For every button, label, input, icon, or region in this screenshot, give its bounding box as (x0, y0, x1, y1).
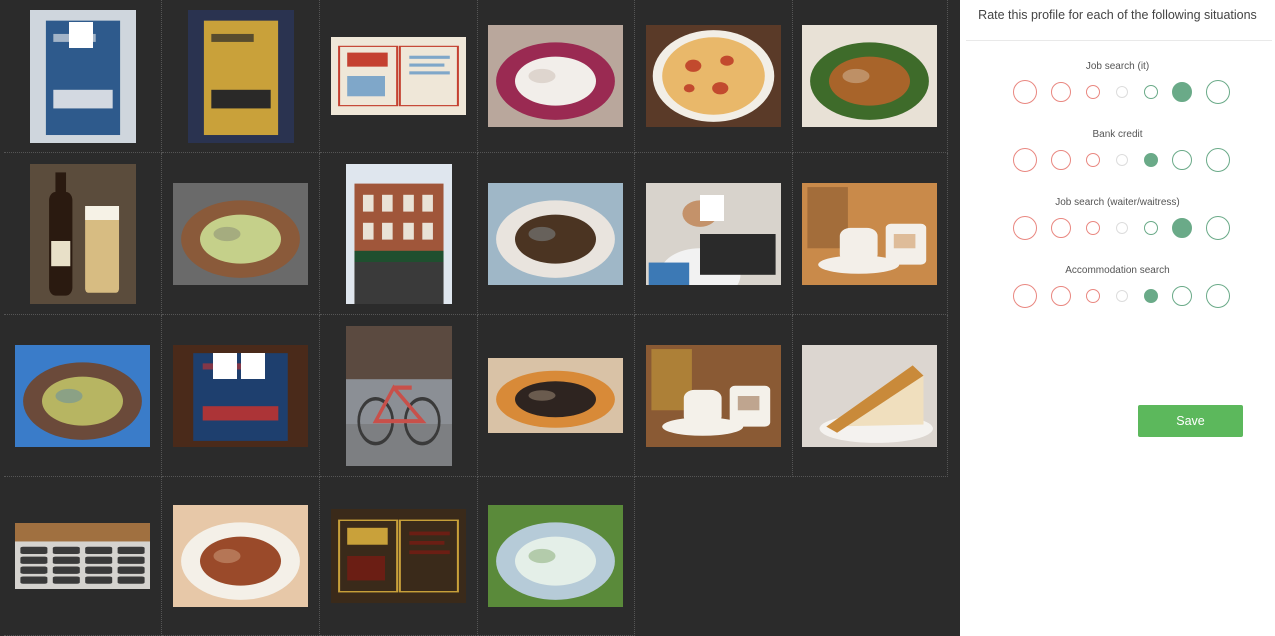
rating-panel: Rate this profile for each of the follow… (960, 0, 1275, 636)
gallery-cell[interactable] (320, 315, 478, 477)
rating-question: Bank credit (950, 128, 1275, 173)
rating-option-2[interactable] (1051, 82, 1071, 102)
rating-option-1[interactable] (1013, 284, 1037, 308)
gallery-cell[interactable] (320, 0, 478, 153)
rating-option-7[interactable] (1206, 80, 1230, 104)
rating-option-4[interactable] (1116, 222, 1128, 234)
gallery-cell[interactable] (4, 477, 162, 636)
question-label: Job search (waiter/waitress) (1055, 197, 1180, 208)
photo-open-book-illustration (331, 37, 466, 115)
photo-noodle-soup-bowl (15, 344, 150, 447)
photo-beer-bottle-glass (29, 163, 136, 304)
gallery-cell[interactable] (4, 315, 162, 477)
gallery-cell[interactable] (477, 0, 635, 153)
gallery-cell[interactable] (477, 477, 635, 636)
rating-option-5-selected[interactable] (1144, 153, 1158, 167)
gallery-cell[interactable] (792, 315, 948, 477)
rating-option-6[interactable] (1172, 286, 1192, 306)
photo-larb-salad (173, 505, 308, 607)
photo-book-cover-hero (29, 9, 136, 143)
rating-option-1[interactable] (1013, 148, 1037, 172)
gallery-cell[interactable] (477, 315, 635, 477)
rating-option-4[interactable] (1116, 290, 1128, 302)
rating-option-7[interactable] (1206, 216, 1230, 240)
rating-option-4[interactable] (1116, 86, 1128, 98)
rating-option-6[interactable] (1172, 150, 1192, 170)
rating-option-1[interactable] (1013, 216, 1037, 240)
photo-laptop-keyboard (15, 523, 150, 589)
rating-option-7[interactable] (1206, 284, 1230, 308)
face-redaction-box (240, 352, 265, 379)
rating-option-1[interactable] (1013, 80, 1037, 104)
photo-spaghetti (802, 25, 937, 127)
face-redaction-box (699, 194, 724, 221)
gallery-cell[interactable] (635, 153, 793, 315)
gallery-cell[interactable] (792, 153, 948, 315)
rating-option-3[interactable] (1086, 85, 1100, 99)
gallery-cell[interactable] (162, 477, 320, 636)
panel-title: Rate this profile for each of the follow… (978, 8, 1257, 22)
rating-option-5-selected[interactable] (1144, 289, 1158, 303)
photo-cake-slice (802, 344, 937, 447)
rating-scale (950, 283, 1275, 309)
photo-pizza (646, 25, 781, 127)
rating-option-2[interactable] (1051, 218, 1071, 238)
gallery-cell[interactable] (477, 153, 635, 315)
gallery-cell[interactable] (4, 0, 162, 153)
gallery-cell[interactable] (792, 0, 948, 153)
rating-option-3[interactable] (1086, 153, 1100, 167)
photo-book-on-table (173, 344, 308, 447)
rating-option-3[interactable] (1086, 221, 1100, 235)
photo-book-cover-back (331, 509, 466, 603)
photo-fish-and-chips (488, 358, 623, 433)
rating-question: Accommodation search (950, 264, 1275, 309)
photo-stir-fry-plate (488, 182, 623, 285)
face-redaction-box (68, 21, 93, 48)
rating-scale (950, 79, 1275, 105)
rating-scale (950, 147, 1275, 173)
gallery-cell[interactable] (635, 0, 793, 153)
rating-option-3[interactable] (1086, 289, 1100, 303)
photo-bicycle-street (345, 325, 452, 466)
rating-option-2[interactable] (1051, 286, 1071, 306)
photo-tea-set (802, 182, 937, 285)
rating-option-5[interactable] (1144, 221, 1158, 235)
question-label: Accommodation search (1065, 265, 1170, 276)
rating-option-7[interactable] (1206, 148, 1230, 172)
photo-book-cover-space (187, 9, 294, 143)
question-label: Bank credit (1092, 129, 1143, 140)
rating-scale (950, 215, 1275, 241)
rating-option-6-selected[interactable] (1172, 82, 1192, 102)
gallery-cell[interactable] (635, 315, 793, 477)
question-label: Job search (it) (1085, 61, 1150, 72)
gallery-cell[interactable] (320, 477, 478, 636)
photo-green-salad (488, 505, 623, 607)
photo-brick-building (345, 163, 452, 304)
save-button[interactable]: Save (1138, 405, 1243, 437)
rating-option-5[interactable] (1144, 85, 1158, 99)
face-redaction-box (212, 352, 237, 379)
photo-person-laptop (646, 182, 781, 285)
gallery-cell[interactable] (162, 0, 320, 153)
gallery-cell[interactable] (162, 153, 320, 315)
rating-option-4[interactable] (1116, 154, 1128, 166)
photo-soup-cup-dessert (646, 344, 781, 447)
photo-cabbage-salad (173, 182, 308, 285)
gallery-cell[interactable] (162, 315, 320, 477)
photo-plate-crepe (488, 25, 623, 127)
rating-question: Job search (waiter/waitress) (950, 196, 1275, 241)
rating-question: Job search (it) (950, 60, 1275, 105)
rating-option-2[interactable] (1051, 150, 1071, 170)
rating-option-6-selected[interactable] (1172, 218, 1192, 238)
gallery-cell[interactable] (320, 153, 478, 315)
photo-gallery (0, 0, 960, 636)
gallery-cell[interactable] (4, 153, 162, 315)
panel-divider (966, 40, 1272, 41)
